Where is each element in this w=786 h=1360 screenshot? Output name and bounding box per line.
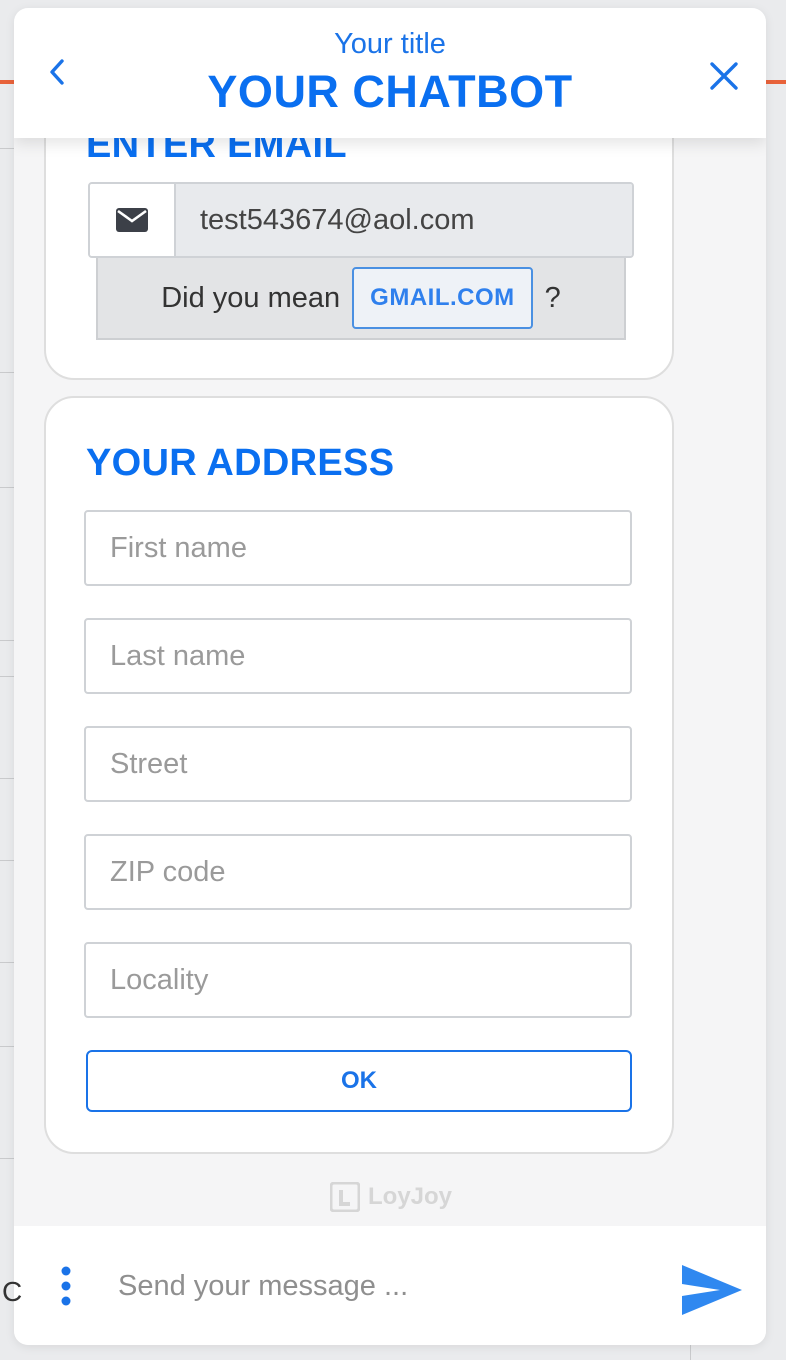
close-button[interactable]	[704, 56, 744, 96]
suggestion-domain-button[interactable]: GMAIL.COM	[352, 267, 533, 329]
send-button[interactable]	[678, 1262, 746, 1318]
suggestion-suffix: ?	[544, 281, 561, 314]
send-icon	[682, 1265, 742, 1315]
brand-name: LoyJoy	[368, 1183, 453, 1210]
brand-logo: LoyJoy	[330, 1182, 452, 1212]
background-divider	[0, 1046, 14, 1047]
last-name-field[interactable]	[84, 618, 632, 694]
header-subtitle: Your title	[334, 28, 446, 60]
chat-widget: ENTER EMAIL Did you mean GMAIL.COM ? YOU…	[14, 8, 766, 1345]
address-card-title: YOUR ADDRESS	[86, 442, 395, 484]
loyjoy-logo-icon	[330, 1182, 360, 1212]
background-divider	[0, 372, 14, 373]
message-composer	[14, 1226, 766, 1345]
background-divider	[0, 860, 14, 861]
background-text-fragment: C	[2, 1276, 23, 1307]
locality-field[interactable]	[84, 942, 632, 1018]
chat-scroll-area[interactable]: ENTER EMAIL Did you mean GMAIL.COM ? YOU…	[14, 8, 766, 1226]
email-input-group	[88, 182, 634, 258]
chat-header: Your title YOUR CHATBOT	[14, 8, 766, 138]
first-name-field[interactable]	[84, 510, 632, 586]
email-suggestion: Did you mean GMAIL.COM ?	[96, 258, 626, 340]
close-icon	[710, 62, 738, 90]
background-divider	[0, 487, 14, 488]
message-input[interactable]	[118, 1256, 658, 1316]
street-field[interactable]	[84, 726, 632, 802]
ok-button[interactable]: OK	[86, 1050, 632, 1112]
suggestion-prefix: Did you mean	[161, 281, 341, 314]
more-vertical-icon	[61, 1266, 71, 1306]
zip-code-field[interactable]	[84, 834, 632, 910]
background-divider	[0, 148, 14, 149]
background-divider	[0, 640, 14, 641]
envelope-icon	[90, 184, 176, 256]
background-divider	[0, 962, 14, 963]
background-divider	[0, 1158, 14, 1159]
header-title: YOUR CHATBOT	[207, 66, 573, 117]
background-divider	[0, 676, 14, 677]
background-divider	[0, 778, 14, 779]
email-field[interactable]	[176, 184, 632, 256]
address-card: YOUR ADDRESS OK	[44, 396, 674, 1154]
more-options-button[interactable]	[54, 1264, 78, 1308]
